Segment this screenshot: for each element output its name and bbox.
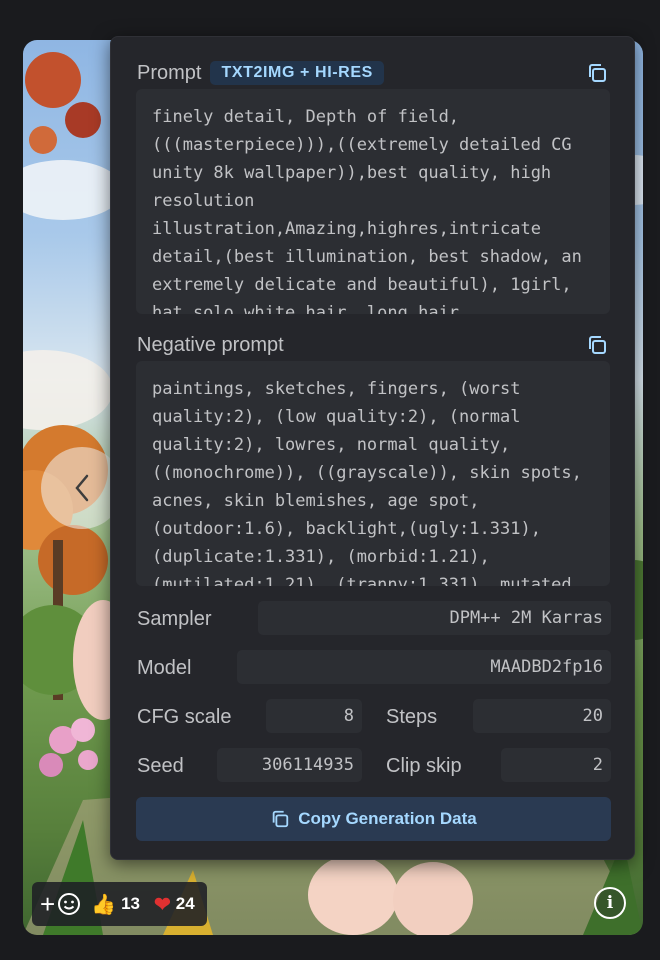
info-icon[interactable]: i xyxy=(594,887,626,919)
steps-value: 20 xyxy=(473,699,611,733)
copy-generation-data-button[interactable]: Copy Generation Data xyxy=(136,797,611,841)
like-count: 13 xyxy=(121,894,141,913)
copy-icon[interactable] xyxy=(586,334,608,356)
copy-icon[interactable] xyxy=(586,62,608,84)
clip-skip-label: Clip skip xyxy=(386,755,462,777)
seed-label: Seed xyxy=(137,755,184,777)
heart-reaction[interactable]: ❤ 24 xyxy=(154,892,195,917)
negative-prompt-text: paintings, sketches, fingers, (worst qua… xyxy=(136,361,610,586)
prompt-text: finely detail, Depth of field, (((master… xyxy=(136,89,610,314)
heart-count: 24 xyxy=(175,894,195,913)
copy-icon xyxy=(272,810,289,828)
heart-icon: ❤ xyxy=(154,893,171,916)
generation-type-badge: TXT2IMG + HI-RES xyxy=(210,61,384,85)
copy-generation-data-label: Copy Generation Data xyxy=(298,809,477,828)
clip-skip-value: 2 xyxy=(501,748,611,782)
cfg-scale-label: CFG scale xyxy=(137,706,232,728)
prompt-header: Prompt TXT2IMG + HI-RES xyxy=(137,60,384,86)
sampler-label: Sampler xyxy=(137,608,212,630)
chevron-left-icon xyxy=(75,474,89,502)
model-value: MAADBD2fp16 xyxy=(237,650,611,684)
generation-data-panel: Prompt TXT2IMG + HI-RES finely detail, D… xyxy=(110,36,635,860)
reactions-bar: + 👍 13 ❤ 24 xyxy=(32,882,207,926)
prompt-title: Prompt xyxy=(137,61,202,84)
like-reaction[interactable]: 👍 13 xyxy=(91,892,140,917)
sampler-value: DPM++ 2M Karras xyxy=(258,601,611,635)
plus-icon[interactable]: + xyxy=(40,889,55,920)
thumbs-up-icon: 👍 xyxy=(91,893,117,916)
cfg-scale-value: 8 xyxy=(266,699,362,733)
negative-prompt-header: Negative prompt xyxy=(137,332,284,358)
smiley-icon[interactable] xyxy=(57,892,81,916)
model-label: Model xyxy=(137,657,192,679)
steps-label: Steps xyxy=(386,706,438,728)
negative-prompt-title: Negative prompt xyxy=(137,333,284,356)
seed-value: 306114935 xyxy=(217,748,362,782)
